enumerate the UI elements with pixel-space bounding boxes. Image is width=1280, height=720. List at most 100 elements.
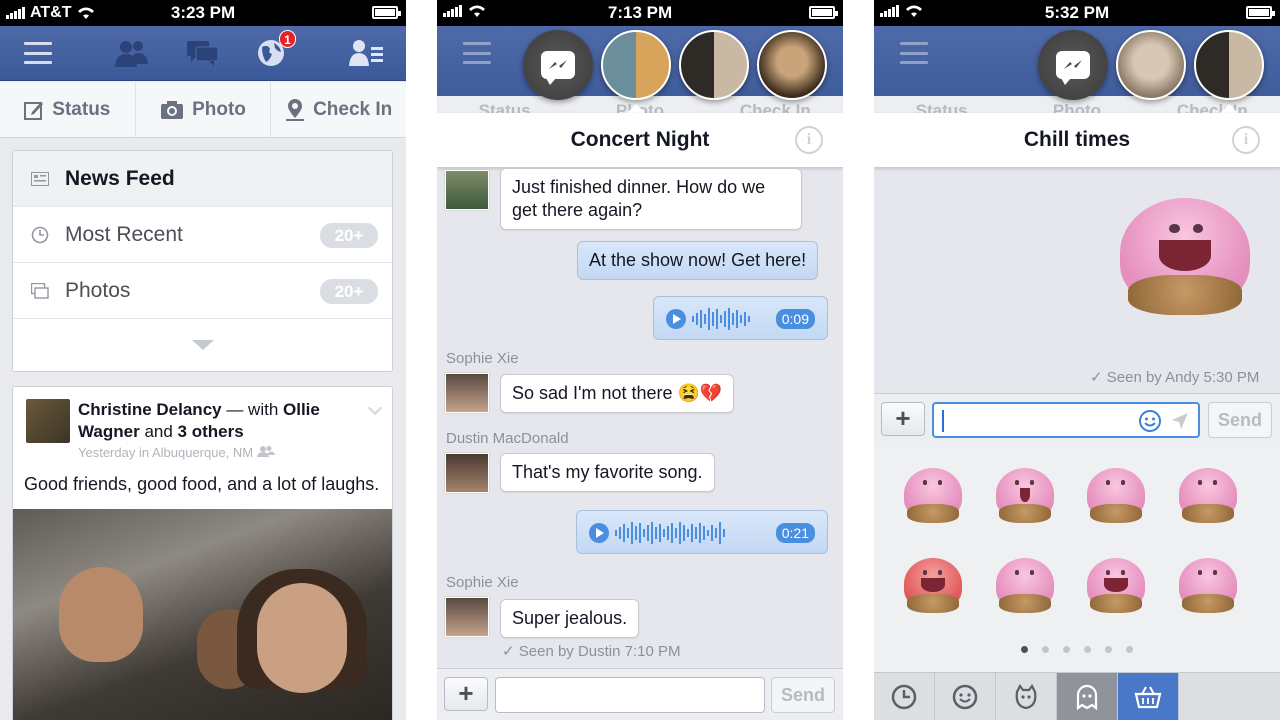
menu-label: News Feed: [65, 166, 175, 190]
sticker-item[interactable]: [1087, 558, 1145, 614]
avatar[interactable]: [26, 399, 70, 443]
messenger-head[interactable]: [523, 30, 593, 100]
messages-button[interactable]: [186, 38, 220, 68]
play-icon[interactable]: [666, 309, 686, 329]
photos-icon: [31, 282, 49, 300]
text-cursor: [942, 410, 944, 432]
sticker-tray: [874, 446, 1280, 674]
info-icon[interactable]: i: [795, 126, 823, 154]
messenger-icon: [1056, 51, 1090, 85]
story-photo[interactable]: [13, 509, 392, 720]
menu-label: Most Recent: [65, 222, 183, 246]
chat-heads: [437, 30, 843, 102]
status-action[interactable]: Status: [0, 82, 136, 137]
audio-message: 0:09: [653, 296, 828, 340]
audio-message: 0:21: [576, 510, 828, 554]
chat-head-group-chill[interactable]: [1194, 30, 1264, 100]
emoji-icon[interactable]: [1138, 409, 1162, 433]
attach-button[interactable]: +: [444, 677, 488, 711]
count-badge: 20+: [320, 279, 378, 304]
chat-screen-chill: 5:32 PM Status Photo Check In Chill time…: [874, 0, 1280, 720]
story-text: Good friends, good food, and a lot of la…: [24, 474, 380, 494]
tab-ghost[interactable]: [1057, 673, 1118, 720]
avatar[interactable]: [445, 373, 489, 413]
sticker-item[interactable]: [996, 468, 1054, 524]
waveform: [692, 307, 750, 331]
sticker-item[interactable]: [996, 558, 1054, 614]
menu-item-news-feed[interactable]: News Feed: [13, 151, 392, 207]
audience-icon: [256, 446, 275, 457]
story-options-icon[interactable]: [367, 400, 383, 416]
page-indicator: [874, 646, 1280, 653]
checkin-label: Check In: [313, 98, 393, 120]
message-bubble-incoming: So sad I'm not there 😫💔: [500, 374, 735, 413]
location-icon: [286, 98, 305, 121]
clock: 7:13 PM: [607, 3, 673, 22]
status-bar: 7:13 PM: [437, 0, 843, 26]
chat-head-person[interactable]: [1116, 30, 1186, 100]
with-text: — with: [221, 400, 284, 419]
message-bubble-incoming: That's my favorite song.: [500, 453, 715, 492]
store-icon: [1134, 686, 1162, 709]
info-icon[interactable]: i: [1232, 126, 1260, 154]
sticker-item[interactable]: [904, 468, 962, 524]
feed-story: Christine Delancy — with Ollie Wagner an…: [12, 386, 393, 720]
checkin-action[interactable]: Check In: [271, 82, 406, 137]
messenger-head[interactable]: [1038, 30, 1108, 100]
menu-item-most-recent[interactable]: Most Recent 20+: [13, 207, 392, 263]
message-bubble-outgoing: At the show now! Get here!: [577, 241, 819, 280]
attach-button[interactable]: +: [881, 402, 925, 436]
tab-emoji[interactable]: [935, 673, 996, 720]
messenger-icon: [541, 51, 575, 85]
avatar[interactable]: [445, 453, 489, 493]
play-icon[interactable]: [589, 523, 609, 543]
seen-text: Seen by Dustin 7:10 PM: [518, 643, 681, 660]
chat-head-group-concert[interactable]: [601, 30, 671, 100]
location-arrow-icon[interactable]: [1170, 411, 1190, 431]
send-button[interactable]: Send: [771, 677, 835, 713]
chat-title: Chill times: [1023, 128, 1131, 151]
friend-requests-button[interactable]: [348, 38, 384, 68]
story-timestamp: Yesterday in Albuquerque, NM: [78, 445, 254, 460]
avatar[interactable]: [445, 597, 489, 637]
status-label: Status: [52, 98, 111, 120]
message-input[interactable]: [495, 677, 765, 713]
chat-heads: [874, 30, 1280, 102]
author-link[interactable]: Christine Delancy: [78, 400, 222, 419]
chat-screen-concert: 7:13 PM Status Photo Check In Concert Ni…: [437, 0, 843, 720]
sender-name: Sophie Xie: [446, 350, 519, 367]
expand-menu-button[interactable]: [13, 319, 392, 371]
notifications-button[interactable]: 1: [256, 30, 296, 68]
friends-button[interactable]: [114, 38, 150, 68]
chat-head-group[interactable]: [679, 30, 749, 100]
composer: + Send: [874, 393, 1280, 447]
sticker-item[interactable]: [1087, 468, 1145, 524]
sticker-item[interactable]: [1179, 558, 1237, 614]
audio-duration: 0:21: [775, 523, 815, 543]
others-link[interactable]: 3 others: [178, 422, 244, 441]
chevron-down-icon: [191, 340, 214, 350]
tab-creature[interactable]: [996, 673, 1057, 720]
sticker-item[interactable]: [904, 558, 962, 614]
chat-head-person[interactable]: [757, 30, 827, 100]
tab-recent[interactable]: [874, 673, 935, 720]
photo-action[interactable]: Photo: [136, 82, 272, 137]
menu-button[interactable]: [24, 38, 52, 68]
sticker-tabs: [874, 672, 1280, 720]
avatar[interactable]: [445, 170, 489, 210]
menu-item-photos[interactable]: Photos 20+: [13, 263, 392, 319]
message-bubble-incoming: Just finished dinner. How do we get ther…: [500, 168, 802, 230]
ghost-icon: [1076, 684, 1098, 710]
message-input[interactable]: [932, 402, 1200, 438]
news-feed-screen: AT&T 3:23 PM 1 Status Photo Check In New…: [0, 0, 406, 720]
tab-sticker-store[interactable]: [1118, 673, 1179, 720]
seen-text: Seen by Andy 5:30 PM: [1106, 369, 1260, 386]
sticker-item[interactable]: [1179, 468, 1237, 524]
message-list: Just finished dinner. How do we get ther…: [437, 168, 843, 668]
menu-icon: [24, 42, 52, 64]
clock: 5:32 PM: [1044, 3, 1110, 22]
composer-actions: Status Photo Check In: [0, 82, 406, 138]
seen-receipt: ✓ Seen by Andy 5:30 PM: [1090, 369, 1260, 386]
send-button[interactable]: Send: [1208, 402, 1272, 438]
camera-icon: [161, 100, 184, 119]
